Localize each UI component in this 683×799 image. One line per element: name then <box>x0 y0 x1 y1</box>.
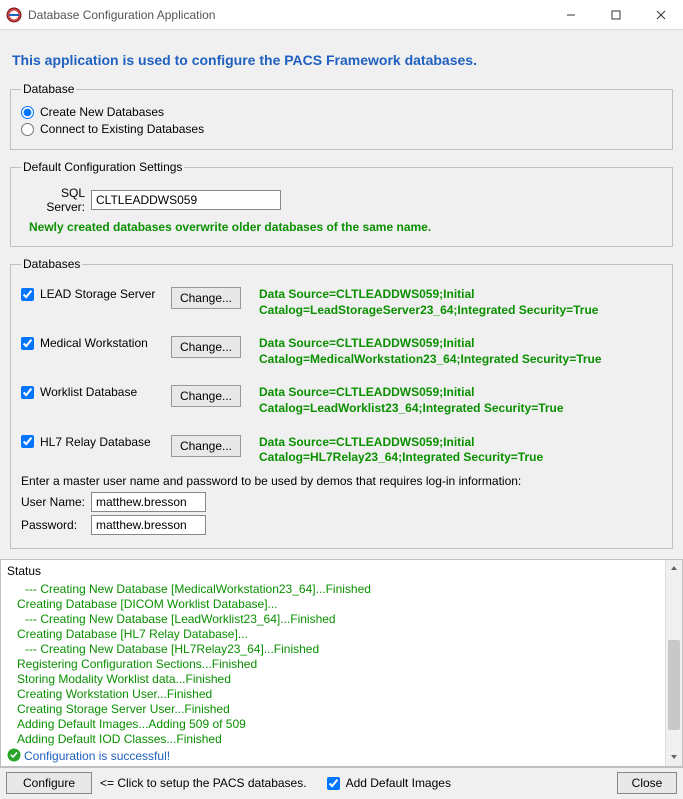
titlebar-title: Database Configuration Application <box>28 8 548 22</box>
status-log-line: --- Creating New Database [MedicalWorkst… <box>25 582 659 596</box>
create-radio-label[interactable]: Create New Databases <box>40 105 164 119</box>
add-default-images-label[interactable]: Add Default Images <box>346 776 451 790</box>
database-row: Worklist Database Change... Data Source=CL… <box>21 385 662 416</box>
status-legend: Status <box>7 564 659 578</box>
success-text: Configuration is successful! <box>24 749 170 763</box>
app-icon <box>6 7 22 23</box>
connection-string: Data Source=CLTLEADDWS059;Initial Catalo… <box>259 287 662 318</box>
configure-button[interactable]: Configure <box>6 772 92 794</box>
scroll-down-icon[interactable] <box>666 749 682 766</box>
databases-legend: Databases <box>21 257 82 271</box>
database-group: Database Create New Databases Connect to… <box>10 82 673 150</box>
scroll-up-icon[interactable] <box>666 560 682 577</box>
status-panel: Status --- Creating New Database [Medica… <box>0 559 683 767</box>
connection-string: Data Source=CLTLEADDWS059;Initial Catalo… <box>259 385 662 416</box>
connection-string: Data Source=CLTLEADDWS059;Initial Catalo… <box>259 336 662 367</box>
username-input[interactable] <box>91 492 206 512</box>
connect-radio-label[interactable]: Connect to Existing Databases <box>40 122 204 136</box>
defaults-legend: Default Configuration Settings <box>21 160 184 174</box>
status-log-line: --- Creating New Database [HL7Relay23_64… <box>25 642 659 656</box>
database-label[interactable]: Worklist Database <box>40 385 137 399</box>
change-button[interactable]: Change... <box>171 336 241 358</box>
password-input[interactable] <box>91 515 206 535</box>
database-checkbox[interactable] <box>21 386 34 399</box>
sql-server-label: SQL Server: <box>21 186 91 214</box>
status-log-line: Creating Storage Server User...Finished <box>17 702 659 716</box>
add-default-images-checkbox[interactable] <box>327 777 340 790</box>
status-log-line: Creating Database [DICOM Worklist Databa… <box>17 597 659 611</box>
scroll-thumb[interactable] <box>668 640 680 730</box>
databases-group: Databases LEAD Storage Server Change... Da… <box>10 257 673 549</box>
connection-string: Data Source=CLTLEADDWS059;Initial Catalo… <box>259 435 662 466</box>
database-checkbox[interactable] <box>21 435 34 448</box>
database-label[interactable]: Medical Workstation <box>40 336 148 350</box>
configure-hint: <= Click to setup the PACS databases. <box>100 776 307 790</box>
database-checkbox[interactable] <box>21 288 34 301</box>
overwrite-note: Newly created databases overwrite older … <box>29 220 662 234</box>
change-button[interactable]: Change... <box>171 435 241 457</box>
titlebar: Database Configuration Application <box>0 0 683 30</box>
sql-server-input[interactable] <box>91 190 281 210</box>
minimize-button[interactable] <box>548 0 593 30</box>
database-row: Medical Workstation Change... Data Source=… <box>21 336 662 367</box>
status-log-line: Storing Modality Worklist data...Finishe… <box>17 672 659 686</box>
close-window-button[interactable] <box>638 0 683 30</box>
create-radio[interactable] <box>21 106 34 119</box>
database-label[interactable]: HL7 Relay Database <box>40 435 151 449</box>
maximize-button[interactable] <box>593 0 638 30</box>
status-scrollbar[interactable] <box>665 560 682 766</box>
master-note: Enter a master user name and password to… <box>21 474 662 488</box>
status-log-line: Adding Default Images...Adding 509 of 50… <box>17 717 659 731</box>
password-label: Password: <box>21 518 91 532</box>
defaults-group: Default Configuration Settings SQL Serve… <box>10 160 673 247</box>
database-row: LEAD Storage Server Change... Data Source=… <box>21 287 662 318</box>
success-icon <box>7 748 21 765</box>
status-log-line: Adding Default IOD Classes...Finished <box>17 732 659 746</box>
status-log-line: --- Creating New Database [LeadWorklist2… <box>25 612 659 626</box>
change-button[interactable]: Change... <box>171 385 241 407</box>
database-label[interactable]: LEAD Storage Server <box>40 287 155 301</box>
database-checkbox[interactable] <box>21 337 34 350</box>
status-log-line: Registering Configuration Sections...Fin… <box>17 657 659 671</box>
status-log-line: Creating Database [HL7 Relay Database]..… <box>17 627 659 641</box>
intro-text: This application is used to configure th… <box>10 40 673 82</box>
change-button[interactable]: Change... <box>171 287 241 309</box>
connect-radio[interactable] <box>21 123 34 136</box>
database-legend: Database <box>21 82 76 96</box>
username-label: User Name: <box>21 495 91 509</box>
close-button[interactable]: Close <box>617 772 677 794</box>
status-log-line: Creating Workstation User...Finished <box>17 687 659 701</box>
database-row: HL7 Relay Database Change... Data Source=C… <box>21 435 662 466</box>
